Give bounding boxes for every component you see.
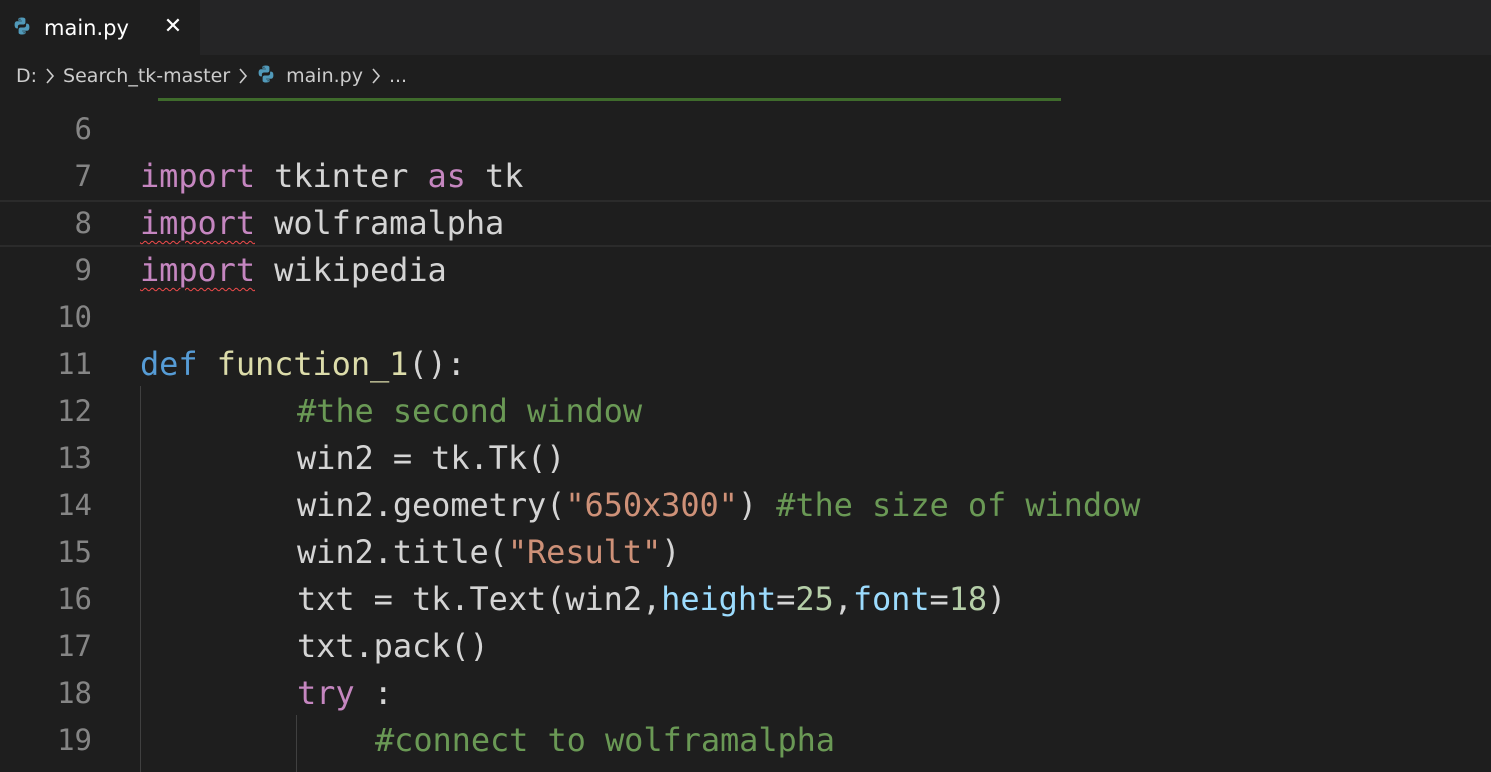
code-token: : (354, 674, 393, 712)
line-number: 9 (74, 253, 92, 287)
breadcrumb-more[interactable]: ... (389, 65, 407, 87)
code-text: win2.title("Result") (297, 532, 680, 572)
line-number: 16 (57, 582, 92, 616)
keyword-token: import (140, 251, 255, 289)
line-number: 19 (57, 723, 92, 757)
code-text: def function_1(): (140, 344, 466, 384)
code-token: tkinter (255, 157, 428, 195)
keyword-token: def (140, 345, 198, 383)
code-token: txt = tk.Text(win2, (297, 580, 662, 618)
code-token: , (833, 580, 853, 618)
tab-label: main.py (44, 15, 129, 40)
code-token: win2.geometry( (297, 486, 566, 524)
code-line: 7 import tkinter as tk (0, 153, 1491, 200)
tab-main-py[interactable]: main.py ✕ (0, 0, 200, 55)
code-line: 12 #the second window (0, 388, 1491, 435)
comment-token: #the size of window (776, 486, 1141, 524)
code-token: wikipedia (255, 251, 447, 289)
number-token: 25 (795, 580, 834, 618)
chevron-right-icon (238, 67, 248, 85)
line-number: 7 (74, 159, 92, 193)
line-number: 17 (57, 629, 92, 663)
code-text: win2 = tk.Tk() (297, 438, 565, 478)
line-number: 6 (74, 112, 92, 146)
code-line: 17 txt.pack() (0, 623, 1491, 670)
code-token: ) (661, 533, 681, 571)
code-line: 6 (0, 106, 1491, 153)
function-name-token: function_1 (197, 345, 409, 383)
code-line: 13 win2 = tk.Tk() (0, 435, 1491, 482)
breadcrumb-file-label: main.py (286, 65, 363, 87)
code-line: 18 try : (0, 670, 1491, 717)
keyword-token: as (427, 157, 466, 195)
keyword-token: import (140, 157, 255, 195)
code-token: = (776, 580, 796, 618)
python-icon (12, 16, 32, 40)
line-number: 12 (57, 394, 92, 428)
code-text: txt = tk.Text(win2,height=25,font=18) (297, 579, 1006, 619)
code-editor[interactable]: 6 7 import tkinter as tk 8 import wolfra… (0, 104, 1491, 772)
comment-token: #the second window (297, 392, 642, 430)
line-number: 18 (57, 676, 92, 710)
code-line: 16 txt = tk.Text(win2,height=25,font=18) (0, 576, 1491, 623)
line-number: 10 (57, 300, 92, 334)
code-text: try : (297, 673, 393, 713)
python-icon (256, 64, 276, 89)
code-text: win2.geometry("650x300") #the size of wi… (297, 485, 1140, 525)
code-token: ) (987, 580, 1007, 618)
parameter-token: height (661, 580, 777, 618)
line-number: 8 (74, 206, 92, 240)
code-text: #the second window (297, 391, 642, 431)
string-token: "Result" (507, 533, 662, 571)
code-token: tk (465, 157, 524, 195)
code-token: ) (737, 486, 777, 524)
parameter-token: font (852, 580, 930, 618)
code-line-current: 8 import wolframalpha (0, 200, 1491, 247)
breadcrumb-folder[interactable]: Search_tk-master (63, 65, 230, 87)
chevron-right-icon (45, 67, 55, 85)
code-token: win2.title( (297, 533, 508, 571)
code-line: 15 win2.title("Result") (0, 529, 1491, 576)
sticky-scroll-indicator (158, 98, 1061, 101)
code-token: wolframalpha (255, 204, 505, 242)
chevron-right-icon (371, 67, 381, 85)
breadcrumb-drive[interactable]: D: (16, 65, 37, 87)
code-text: import wolframalpha (140, 203, 504, 243)
code-text: txt.pack() (297, 626, 489, 666)
code-text: import wikipedia (140, 250, 447, 290)
keyword-token: try (297, 674, 355, 712)
tab-bar: main.py ✕ (0, 0, 1491, 55)
code-token: win2 = tk.Tk() (297, 439, 566, 477)
breadcrumb: D: Search_tk-master main.py ... (0, 55, 1491, 97)
code-line: 14 win2.geometry("650x300") #the size of… (0, 482, 1491, 529)
code-line: 19 #connect to wolframalpha (0, 717, 1491, 764)
code-text: #connect to wolframalpha (375, 720, 835, 760)
code-token: txt.pack() (297, 627, 489, 665)
string-token: "650x300" (565, 486, 738, 524)
comment-token: #connect to wolframalpha (375, 721, 835, 759)
number-token: 18 (948, 580, 988, 618)
code-line: 10 (0, 294, 1491, 341)
close-icon[interactable]: ✕ (160, 13, 186, 39)
breadcrumb-file[interactable]: main.py (256, 64, 363, 89)
code-token: (): (408, 345, 466, 383)
code-line: 9 import wikipedia (0, 247, 1491, 294)
keyword-token: import (140, 204, 255, 242)
line-number: 15 (57, 535, 92, 569)
line-number: 11 (57, 347, 92, 381)
code-token: = (929, 580, 949, 618)
code-line: 11 def function_1(): (0, 341, 1491, 388)
line-number: 14 (57, 488, 92, 522)
code-text: import tkinter as tk (140, 156, 523, 196)
line-number: 13 (57, 441, 92, 475)
